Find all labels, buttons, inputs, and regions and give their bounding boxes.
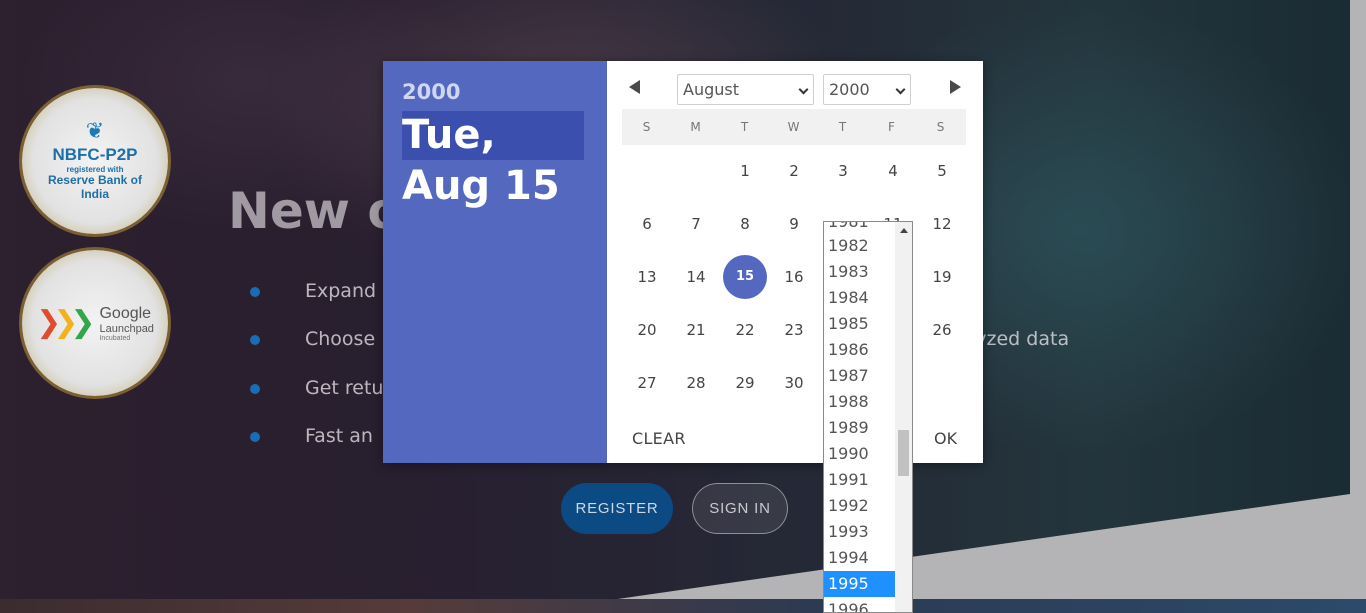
year-option[interactable]: 1993 <box>824 519 896 545</box>
google-launchpad-badge: ❯ ❯ ❯ Google Launchpad Incubated <box>22 250 168 396</box>
year-select-value: 2000 <box>829 80 870 99</box>
year-option[interactable]: 1988 <box>824 389 896 415</box>
weekday-label: T <box>838 120 847 134</box>
day-cell[interactable]: 26 <box>920 308 964 352</box>
bullet-dot-icon <box>250 287 260 297</box>
month-select-value: August <box>683 80 739 99</box>
bullet-text: Get retu <box>305 377 384 399</box>
weekday-label: T <box>740 120 749 134</box>
year-option[interactable]: 1990 <box>824 441 896 467</box>
bullet-text: Fast an <box>305 425 373 447</box>
weekday-label: M <box>690 120 701 134</box>
day-cell[interactable]: 3 <box>821 149 865 193</box>
hero-heading: New o <box>228 182 402 240</box>
month-select[interactable]: August <box>677 74 814 105</box>
day-cell[interactable]: 21 <box>674 308 718 352</box>
nbfc-p2p-badge: ❦ NBFC-P2P registered with Reserve Bank … <box>22 88 168 234</box>
bottom-strip <box>0 599 1366 613</box>
day-cell[interactable]: 1 <box>723 149 767 193</box>
year-option[interactable]: 1986 <box>824 337 896 363</box>
ok-button[interactable]: OK <box>934 429 957 448</box>
year-option[interactable]: 1992 <box>824 493 896 519</box>
year-dropdown-list[interactable]: 1981 1982 1983 1984 1985 1986 1987 1988 1989 199… <box>823 221 913 613</box>
nbfc-badge-line3: India <box>80 186 109 201</box>
bullet-dot-icon <box>250 384 260 394</box>
day-cell[interactable]: 5 <box>920 149 964 193</box>
day-cell[interactable]: 8 <box>723 202 767 246</box>
day-cell[interactable]: 28 <box>674 361 718 405</box>
sign-in-button[interactable]: SIGN IN <box>692 483 788 534</box>
bullet-tail-text: lyzed data <box>970 328 1070 350</box>
year-option[interactable]: 1982 <box>824 233 896 259</box>
year-option[interactable]: 1994 <box>824 545 896 571</box>
day-cell[interactable]: 20 <box>625 308 669 352</box>
google-badge-title: Google <box>99 304 152 322</box>
day-cell[interactable]: 30 <box>772 361 816 405</box>
day-cell[interactable]: 27 <box>625 361 669 405</box>
selected-year[interactable]: 2000 <box>402 80 460 104</box>
day-cell[interactable]: 19 <box>920 255 964 299</box>
year-option[interactable]: 1987 <box>824 363 896 389</box>
year-option[interactable]: 1991 <box>824 467 896 493</box>
clear-button[interactable]: CLEAR <box>632 429 686 448</box>
year-option[interactable]: 1989 <box>824 415 896 441</box>
day-cell[interactable]: 2 <box>772 149 816 193</box>
date-picker-header: 2000 Tue, Aug 15 <box>383 61 607 463</box>
year-option-highlighted[interactable]: 1995 <box>824 571 896 597</box>
weekday-header: SMTWTFS <box>622 109 966 145</box>
next-month-icon[interactable] <box>945 77 965 97</box>
scrollbar-thumb[interactable] <box>898 430 909 476</box>
year-option[interactable]: 1984 <box>824 285 896 311</box>
day-cell[interactable]: 6 <box>625 202 669 246</box>
weekday-label: W <box>787 120 800 134</box>
google-badge-tag: Incubated <box>99 334 131 342</box>
scroll-up-arrow-icon[interactable] <box>900 228 908 233</box>
previous-month-icon[interactable] <box>626 77 646 97</box>
day-cell[interactable]: 9 <box>772 202 816 246</box>
day-cell[interactable]: 29 <box>723 361 767 405</box>
launchpad-chevron-icon: ❯ <box>70 305 96 340</box>
year-option[interactable]: 1981 <box>828 222 869 232</box>
scrollbar[interactable] <box>895 222 912 612</box>
year-option[interactable]: 1985 <box>824 311 896 337</box>
year-select[interactable]: 2000 <box>823 74 911 105</box>
day-cell[interactable]: 12 <box>920 202 964 246</box>
day-cell[interactable]: 7 <box>674 202 718 246</box>
day-cell[interactable]: 23 <box>772 308 816 352</box>
weekday-label: S <box>642 120 651 134</box>
bullet-text: Choose <box>305 328 376 350</box>
weekday-label: S <box>936 120 945 134</box>
chevron-down-icon <box>895 84 906 95</box>
year-option[interactable]: 1983 <box>824 259 896 285</box>
selected-date-weekday: Tue, <box>402 111 584 160</box>
bullet-text: Expand <box>305 280 377 302</box>
nbfc-badge-line2: Reserve Bank of <box>47 173 143 188</box>
selected-date-day: Aug 15 <box>402 163 560 209</box>
day-cell[interactable]: 14 <box>674 255 718 299</box>
bullet-dot-icon <box>250 335 260 345</box>
weekday-label: F <box>888 120 895 134</box>
day-cell[interactable]: 13 <box>625 255 669 299</box>
selected-day-cell[interactable]: 15 <box>723 255 767 299</box>
rbi-emblem-icon: ❦ <box>85 119 105 145</box>
day-cell[interactable]: 4 <box>871 149 915 193</box>
nbfc-badge-title: NBFC-P2P <box>52 145 138 165</box>
chevron-down-icon <box>798 84 809 95</box>
google-badge-subtitle: Launchpad <box>99 322 154 335</box>
bullet-dot-icon <box>250 432 260 442</box>
register-button[interactable]: REGISTER <box>561 483 673 534</box>
day-cell[interactable]: 22 <box>723 308 767 352</box>
year-option[interactable]: 1996 <box>824 597 896 612</box>
day-cell[interactable]: 16 <box>772 255 816 299</box>
